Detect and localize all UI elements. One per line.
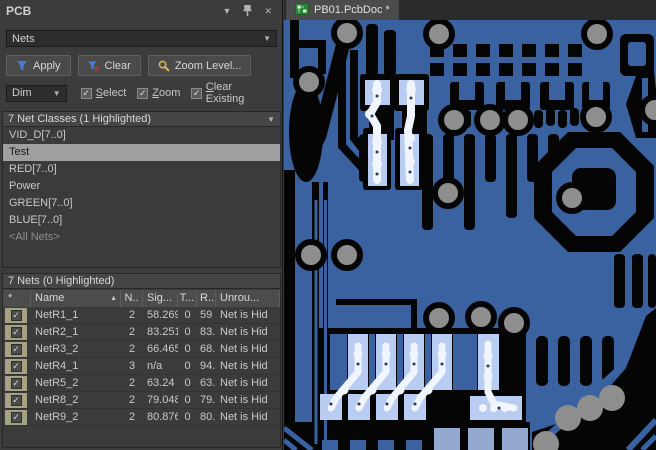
nets-table: * Name ▲ N.. Sig... T... R... Unrou... ✓… xyxy=(2,290,281,448)
sort-asc-icon: ▲ xyxy=(110,295,117,302)
check-icon: ✓ xyxy=(10,327,22,338)
col-header-signal[interactable]: Sig... xyxy=(143,290,178,307)
checkbox-checked-icon: ✓ xyxy=(80,87,92,99)
pin-icon[interactable] xyxy=(243,4,252,18)
col-header-t[interactable]: T... xyxy=(178,290,197,307)
col-header-r[interactable]: R... xyxy=(197,290,216,307)
checkbox-checked-icon: ✓ xyxy=(191,87,202,99)
dim-select[interactable]: Dim ▼ xyxy=(6,84,67,102)
net-classes-header[interactable]: 7 Net Classes (1 Highlighted) ▼ xyxy=(2,111,281,127)
chevron-down-icon: ▼ xyxy=(52,88,61,98)
apply-button[interactable]: Apply xyxy=(6,55,71,76)
table-row[interactable]: ✓ NetR3_2 2 66.465 0 68. Net is Hid xyxy=(3,341,280,358)
dim-options-row: Dim ▼ ✓ Select ✓ Zoom ✓ Clear Existing xyxy=(6,81,280,105)
magnifier-icon xyxy=(158,60,170,72)
panel-mode-value: Nets xyxy=(12,32,35,45)
row-checkbox[interactable]: ✓ xyxy=(5,359,27,374)
table-row[interactable]: ✓ NetR4_1 3 n/a 0 94. Net is Hid xyxy=(3,358,280,375)
panel-header: PCB ▼ ✕ xyxy=(0,0,282,22)
pcb-canvas[interactable] xyxy=(284,20,656,450)
table-row[interactable]: ✓ NetR9_2 2 80.876 0 80. Net is Hid xyxy=(3,409,280,426)
clear-existing-checkbox[interactable]: ✓ Clear Existing xyxy=(191,81,269,105)
check-icon: ✓ xyxy=(10,310,22,321)
net-class-item[interactable]: GREEN[7..0] xyxy=(3,195,280,212)
select-checkbox-label: Select xyxy=(95,87,127,99)
col-header-name[interactable]: Name ▲ xyxy=(31,290,121,307)
filter-toolbar: Apply Clear Zoom Level... xyxy=(6,55,252,76)
col-header-unrouted[interactable]: Unrou... xyxy=(216,290,280,307)
dim-select-value: Dim xyxy=(12,87,32,99)
document-tab-bar: PB01.PcbDoc * xyxy=(284,0,656,20)
net-class-item-selected[interactable]: Test xyxy=(3,144,280,161)
col-header-star[interactable]: * xyxy=(3,290,31,307)
col-header-nodes[interactable]: N.. xyxy=(121,290,143,307)
row-checkbox[interactable]: ✓ xyxy=(5,308,27,323)
checkbox-checked-icon: ✓ xyxy=(137,87,149,99)
chevron-down-icon: ▼ xyxy=(267,114,275,124)
net-classes-list: VID_D[7..0] Test RED[7..0] Power GREEN[7… xyxy=(2,127,281,268)
panel-title: PCB xyxy=(6,4,32,18)
net-class-item-all-nets[interactable]: <All Nets> xyxy=(3,229,280,246)
check-icon: ✓ xyxy=(10,412,22,423)
pcb-panel: PCB ▼ ✕ Nets ▼ Apply Clear Zoom Level...… xyxy=(0,0,283,450)
table-row[interactable]: ✓ NetR8_2 2 79.048 0 79. Net is Hid xyxy=(3,392,280,409)
close-icon[interactable]: ✕ xyxy=(264,6,272,16)
check-icon: ✓ xyxy=(10,361,22,372)
clear-button[interactable]: Clear xyxy=(77,55,141,76)
zoom-checkbox-label: Zoom xyxy=(152,87,181,99)
select-checkbox[interactable]: ✓ Select xyxy=(80,87,127,99)
tab-pb01-pcbdoc[interactable]: PB01.PcbDoc * xyxy=(286,0,399,20)
row-checkbox[interactable]: ✓ xyxy=(5,342,27,357)
net-class-item[interactable]: VID_D[7..0] xyxy=(3,127,280,144)
net-class-item[interactable]: RED[7..0] xyxy=(3,161,280,178)
nets-header: 7 Nets (0 Highlighted) xyxy=(2,273,281,289)
check-icon: ✓ xyxy=(10,378,22,389)
pcbdoc-icon xyxy=(295,2,309,18)
panel-menu-dropdown-icon[interactable]: ▼ xyxy=(223,6,232,16)
row-checkbox[interactable]: ✓ xyxy=(5,376,27,391)
tab-label: PB01.PcbDoc * xyxy=(314,4,390,16)
row-checkbox[interactable]: ✓ xyxy=(5,410,27,425)
pcb-editor: PB01.PcbDoc * xyxy=(284,0,656,450)
zoom-checkbox[interactable]: ✓ Zoom xyxy=(137,87,180,99)
nets-table-header-row: * Name ▲ N.. Sig... T... R... Unrou... xyxy=(3,290,280,307)
panel-mode-select[interactable]: Nets ▼ xyxy=(6,30,277,47)
row-checkbox[interactable]: ✓ xyxy=(5,393,27,408)
check-icon: ✓ xyxy=(10,395,22,406)
apply-funnel-icon xyxy=(16,60,28,72)
clear-existing-checkbox-label: Clear Existing xyxy=(205,81,245,105)
row-checkbox[interactable]: ✓ xyxy=(5,325,27,340)
net-class-item[interactable]: BLUE[7..0] xyxy=(3,212,280,229)
net-class-item[interactable]: Power xyxy=(3,178,280,195)
table-row[interactable]: ✓ NetR2_1 2 83.251 0 83. Net is Hid xyxy=(3,324,280,341)
altium-window: PCB ▼ ✕ Nets ▼ Apply Clear Zoom Level...… xyxy=(0,0,656,450)
table-row[interactable]: ✓ NetR1_1 2 58.269 0 59 Net is Hid xyxy=(3,307,280,324)
check-icon: ✓ xyxy=(10,344,22,355)
clear-funnel-icon xyxy=(87,60,100,72)
chevron-down-icon: ▼ xyxy=(263,34,271,43)
table-row[interactable]: ✓ NetR5_2 2 63.24 0 63. Net is Hid xyxy=(3,375,280,392)
zoom-level-button[interactable]: Zoom Level... xyxy=(147,55,252,76)
